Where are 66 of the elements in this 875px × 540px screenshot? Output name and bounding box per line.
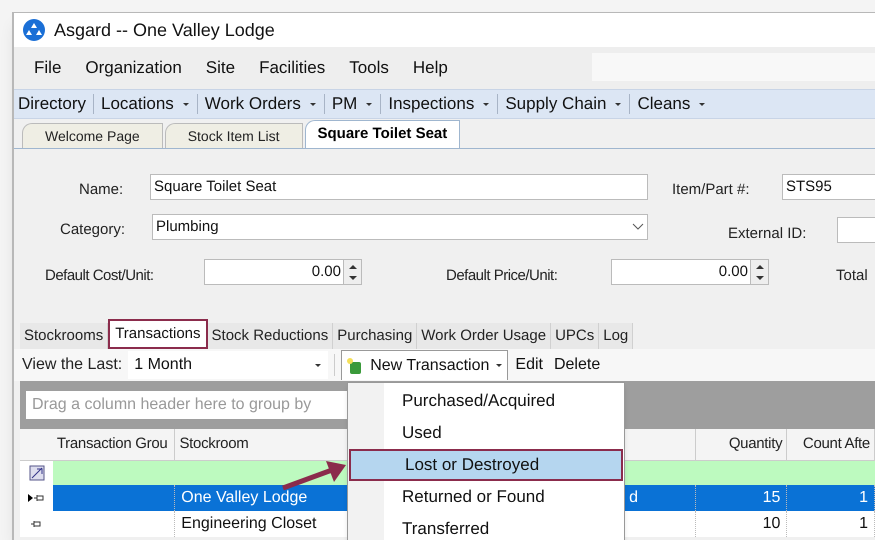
- table-cell-text: 1: [859, 514, 868, 534]
- spinner-icon[interactable]: [343, 260, 361, 284]
- edit-button[interactable]: Edit: [508, 353, 550, 377]
- price-field[interactable]: 0.00: [611, 259, 769, 285]
- field-label: Category:: [60, 220, 126, 240]
- filter-icon[interactable]: [28, 465, 44, 481]
- cost-field[interactable]: 0.00: [204, 259, 362, 285]
- table-cell-text: One Valley Lodge: [181, 488, 308, 508]
- toolbar-menu-button[interactable]: Work Orders: [200, 91, 321, 117]
- column-header[interactable]: Quantity: [696, 429, 788, 460]
- current-row-icon: [28, 494, 34, 502]
- table-cell-text: Engineering Closet: [181, 514, 316, 534]
- document-tab[interactable]: Stock Item List: [164, 123, 302, 148]
- menu-item[interactable]: Facilities: [259, 55, 326, 81]
- delete-button[interactable]: Delete: [550, 353, 604, 377]
- field-label: Total: [836, 266, 868, 286]
- column-header[interactable]: Transaction Grou: [52, 429, 176, 460]
- caret-icon: [314, 362, 322, 368]
- window-title: Asgard -- One Valley Lodge: [54, 18, 275, 42]
- menu-item[interactable]: File: [34, 55, 62, 81]
- menu-item[interactable]: Site: [206, 55, 236, 81]
- pin-icon: [31, 520, 42, 528]
- category-dropdown[interactable]: Plumbing: [152, 214, 648, 240]
- field-label: Item/Part #:: [672, 180, 750, 200]
- sub-tab[interactable]: UPCs: [551, 323, 600, 349]
- table-cell-text: 15: [762, 488, 780, 508]
- sub-tab[interactable]: Work Order Usage: [417, 323, 552, 349]
- annotation-arrow: [282, 461, 346, 490]
- sub-tab[interactable]: Log: [599, 323, 634, 349]
- toolbar-menu-button[interactable]: PM: [328, 91, 378, 117]
- document-tab[interactable]: Welcome Page: [22, 123, 163, 148]
- field-label: Default Price/Unit:: [446, 266, 558, 286]
- menu-item[interactable]: Organization: [85, 55, 182, 81]
- document-tab[interactable]: Square Toilet Seat: [304, 120, 460, 148]
- toolbar-menu-button[interactable]: Cleans: [633, 91, 710, 117]
- sub-tab[interactable]: Stockrooms: [20, 323, 108, 349]
- sub-tab[interactable]: Purchasing: [333, 323, 418, 349]
- item-number-field[interactable]: STS95: [782, 174, 875, 200]
- toolbar-menu-button[interactable]: Locations: [97, 91, 194, 117]
- external-id-field[interactable]: [837, 217, 875, 243]
- menu-item[interactable]: Help: [412, 55, 448, 81]
- toolbar-menu-button[interactable]: Directory: [14, 91, 90, 117]
- chevron-icon: [632, 223, 644, 231]
- pin-icon: [34, 494, 44, 502]
- toolbar-menu-button[interactable]: Supply Chain: [501, 91, 626, 117]
- table-cell-text: 10: [762, 514, 780, 534]
- period-dropdown[interactable]: 1 Month: [128, 351, 328, 379]
- name-field[interactable]: Square Toilet Seat: [150, 174, 648, 200]
- menu-item[interactable]: Lost or Destroyed: [349, 449, 623, 481]
- field-label: External ID:: [728, 224, 806, 244]
- spinner-icon[interactable]: [750, 260, 768, 284]
- table-cell-text: d: [629, 488, 638, 508]
- new-transaction-button[interactable]: New Transaction: [341, 350, 508, 380]
- menu-item[interactable]: Transferred: [348, 513, 624, 540]
- table-cell-text: 1: [859, 488, 868, 508]
- field-label: Default Cost/Unit:: [45, 266, 154, 286]
- menu-item[interactable]: Returned or Found: [348, 481, 624, 513]
- column-header[interactable]: Count Afte: [787, 429, 875, 460]
- sub-tab[interactable]: Stock Reductions: [208, 323, 334, 349]
- field-label: Name:: [79, 180, 124, 200]
- menu-item[interactable]: Tools: [349, 55, 389, 81]
- caret-icon: [495, 363, 504, 368]
- field-label: View the Last:: [22, 355, 122, 375]
- sub-tab[interactable]: Transactions: [108, 319, 208, 349]
- app-logo-icon: [22, 18, 46, 42]
- toolbar-menu-button[interactable]: Inspections: [384, 91, 494, 117]
